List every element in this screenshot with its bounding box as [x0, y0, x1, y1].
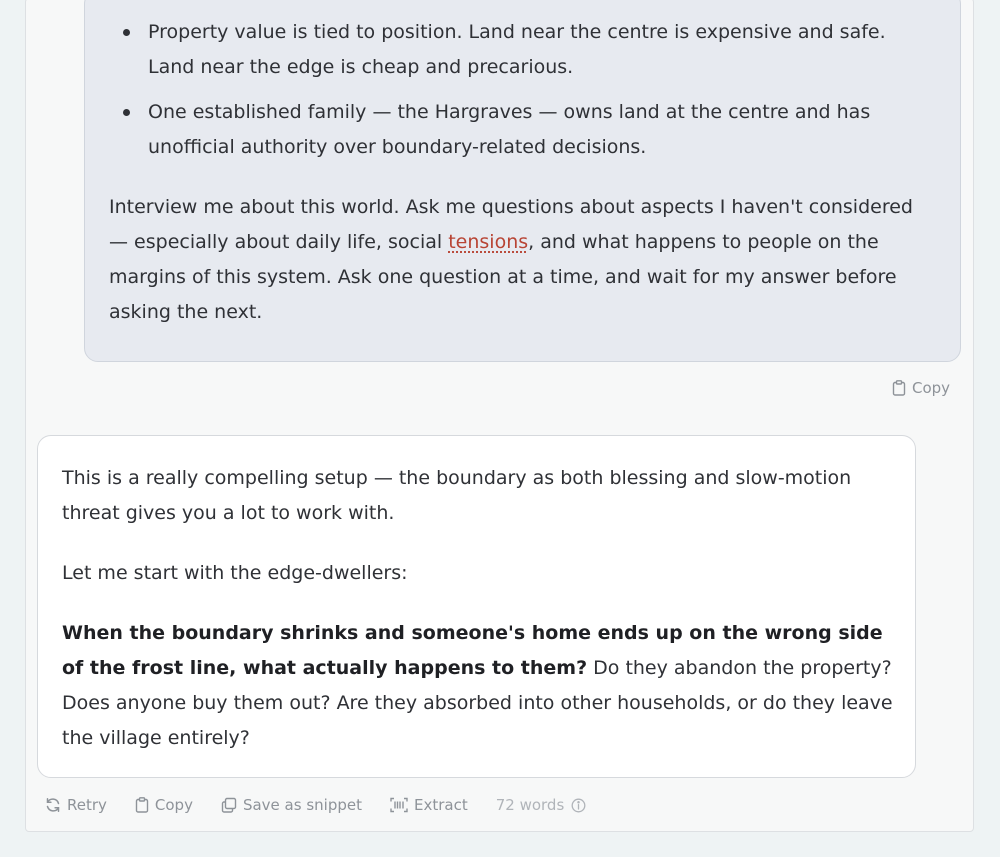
retry-button[interactable]: Retry — [45, 796, 107, 814]
clipboard-icon — [135, 797, 149, 813]
extract-label: Extract — [413, 796, 468, 814]
extract-icon — [390, 797, 408, 813]
user-message: Property value is tied to position. Land… — [84, 0, 961, 362]
assistant-question-paragraph: When the boundary shrinks and someone's … — [62, 616, 895, 756]
save-snippet-button[interactable]: Save as snippet — [221, 796, 362, 814]
bullet-text: One established family — the Hargraves —… — [148, 101, 871, 158]
copy-label: Copy — [154, 796, 193, 814]
bullet-dot — [123, 29, 130, 36]
snippet-icon — [221, 797, 237, 813]
assistant-message: This is a really compelling setup — the … — [37, 435, 916, 778]
info-icon[interactable] — [571, 798, 586, 813]
bullet-text: Property value is tied to position. Land… — [148, 21, 886, 78]
clipboard-icon — [892, 380, 906, 396]
user-closing-paragraph: Interview me about this world. Ask me qu… — [109, 190, 932, 330]
bullet-dot — [123, 109, 130, 116]
extract-button[interactable]: Extract — [390, 796, 468, 814]
user-bullet-list: Property value is tied to position. Land… — [85, 15, 960, 175]
copy-button[interactable]: Copy — [135, 796, 193, 814]
list-item: One established family — the Hargraves —… — [85, 95, 960, 165]
assistant-paragraph: Let me start with the edge-dwellers: — [62, 562, 408, 584]
list-item: Property value is tied to position. Land… — [85, 15, 960, 85]
snippet-label: Save as snippet — [242, 796, 362, 814]
word-count-label: 72 words — [495, 796, 565, 814]
copy-user-message-button[interactable]: Copy — [892, 379, 950, 397]
copy-label: Copy — [912, 379, 951, 397]
word-count: 72 words — [496, 796, 587, 814]
message-actions: Retry Copy Save as snippet Extract 72 wo… — [45, 794, 614, 816]
retry-label: Retry — [67, 796, 107, 814]
assistant-paragraph: This is a really compelling setup — the … — [62, 467, 852, 524]
spellcheck-highlight[interactable]: tensions — [448, 231, 528, 253]
retry-icon — [45, 797, 61, 813]
